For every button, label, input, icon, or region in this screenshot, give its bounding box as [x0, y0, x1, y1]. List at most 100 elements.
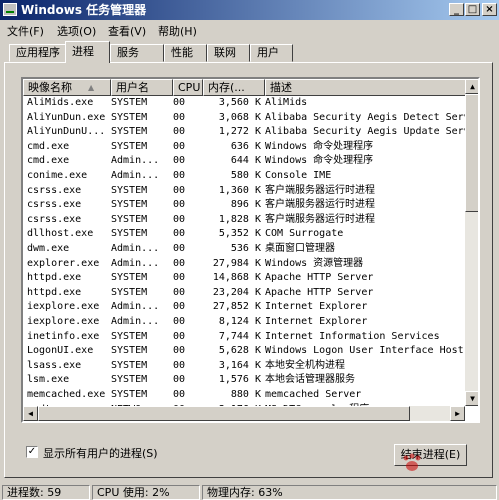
process-memory: 896 K [230, 199, 261, 211]
table-row[interactable]: lsm.exe SYSTEM 00 1,576 K 本地会话管理器服务 [23, 373, 466, 388]
process-user-name: SYSTEM [111, 228, 148, 240]
horizontal-scroll-thumb[interactable] [38, 406, 410, 421]
process-memory: 3,068 K [218, 111, 261, 123]
tab-users[interactable]: 用户 [250, 44, 293, 62]
process-cpu: 00 [173, 374, 186, 386]
process-description: 客户端服务器运行时进程 [265, 199, 375, 211]
table-row[interactable]: AliMids.exe SYSTEM 00 3,560 K AliMids [23, 96, 466, 111]
process-image-name: csrss.exe [27, 184, 82, 196]
tab-processes[interactable]: 进程 [65, 41, 110, 63]
process-image-name: AliYunDun.exe [27, 111, 106, 123]
process-memory: 3,560 K [218, 97, 261, 108]
checkbox-check-icon[interactable]: ✓ [26, 446, 38, 458]
table-row[interactable]: httpd.exe SYSTEM 00 14,868 K Apache HTTP Ser… [23, 271, 466, 286]
tab-networking[interactable]: 联网 [207, 44, 250, 62]
process-cpu: 00 [173, 257, 186, 269]
process-cpu: 00 [173, 140, 186, 152]
table-row[interactable]: dwm.exe Admin... 00 536 K 桌面窗口管理器 [23, 242, 466, 257]
tab-services[interactable]: 服务 [110, 44, 164, 62]
process-image-name: dllhost.exe [27, 228, 94, 240]
window-title: Windows 任务管理器 [21, 3, 147, 17]
column-image-name[interactable]: 映像名称 ▲ [23, 79, 111, 96]
table-row[interactable]: iexplore.exe Admin... 00 27,852 K Internet E… [23, 300, 466, 315]
process-description: memcached Server [265, 389, 362, 400]
title-bar[interactable]: Windows 任务管理器 _ □ × [0, 0, 499, 20]
process-user-name: SYSTEM [111, 184, 148, 196]
process-memory: 1,360 K [218, 184, 261, 196]
process-image-name: httpd.exe [27, 286, 82, 298]
maximize-button[interactable]: □ [465, 3, 480, 16]
process-image-name: LogonUI.exe [27, 345, 94, 357]
process-image-name: httpd.exe [27, 272, 82, 284]
process-image-name: AliMids.exe [27, 97, 94, 108]
menu-file[interactable]: 文件(F) [7, 23, 44, 39]
table-row[interactable]: dllhost.exe SYSTEM 00 5,352 K COM Surrogate [23, 227, 466, 242]
status-cpu-usage: CPU 使用: 2% [92, 485, 200, 500]
minimize-button[interactable]: _ [449, 3, 464, 16]
table-row[interactable]: inetinfo.exe SYSTEM 00 7,744 K Internet Info… [23, 330, 466, 345]
process-cpu: 00 [173, 213, 186, 225]
process-memory: 880 K [230, 389, 261, 400]
scroll-left-icon[interactable]: ◀ [23, 406, 38, 421]
process-user-name: Admin... [111, 170, 160, 181]
process-cpu: 00 [173, 126, 186, 138]
process-memory: 5,352 K [218, 228, 261, 240]
process-description: COM Surrogate [265, 228, 344, 240]
process-memory: 3,164 K [218, 359, 261, 371]
tab-applications[interactable]: 应用程序 [9, 44, 66, 62]
table-row[interactable]: lsass.exe SYSTEM 00 3,164 K 本地安全机构进程 [23, 359, 466, 374]
tab-performance[interactable]: 性能 [164, 44, 207, 62]
process-list[interactable]: 映像名称 ▲ 用户名 CPU 内存(... 描述 AliMids.exe SYST… [21, 77, 480, 423]
column-description[interactable]: 描述 [265, 79, 466, 96]
table-row[interactable]: csrss.exe SYSTEM 00 1,828 K 客户端服务器运行时进程 [23, 213, 466, 228]
process-cpu: 00 [173, 389, 186, 400]
process-cpu: 00 [173, 345, 186, 357]
scroll-down-icon[interactable]: ▼ [465, 391, 478, 406]
process-memory: 5,628 K [218, 345, 261, 357]
table-row[interactable]: AliYunDun.exe SYSTEM 00 3,068 K Alibaba Secu… [23, 111, 466, 126]
table-row[interactable]: memcached.exe SYSTEM 00 880 K memcached Serv… [23, 388, 466, 403]
table-row[interactable]: httpd.exe SYSTEM 00 23,204 K Apache HTTP Ser… [23, 286, 466, 301]
process-memory: 27,984 K [212, 257, 261, 269]
close-button[interactable]: × [482, 3, 497, 16]
process-image-name: AliYunDunU... [27, 126, 106, 138]
process-memory: 27,852 K [212, 301, 261, 313]
process-description: 本地会话管理器服务 [265, 374, 355, 386]
table-row[interactable]: cmd.exe Admin... 00 644 K Windows 命令处理程序 [23, 154, 466, 169]
scroll-right-icon[interactable]: ▶ [450, 406, 465, 421]
process-image-name: lsm.exe [27, 374, 70, 386]
table-row[interactable]: AliYunDunU... SYSTEM 00 1,272 K Alibaba Secu… [23, 125, 466, 140]
table-row[interactable]: conime.exe Admin... 00 580 K Console IME [23, 169, 466, 184]
table-row[interactable]: iexplore.exe Admin... 00 8,124 K Internet Ex… [23, 315, 466, 330]
process-image-name: csrss.exe [27, 213, 82, 225]
process-user-name: SYSTEM [111, 389, 148, 400]
column-memory[interactable]: 内存(... [203, 79, 265, 96]
process-image-name: explorer.exe [27, 257, 100, 269]
vertical-scrollbar[interactable]: ▲ ▼ [465, 79, 478, 406]
column-cpu[interactable]: CPU [173, 79, 203, 96]
process-description: 客户端服务器运行时进程 [265, 213, 375, 225]
process-cpu: 00 [173, 228, 186, 240]
table-row[interactable]: explorer.exe Admin... 00 27,984 K Windows 资源… [23, 257, 466, 272]
process-description: Apache HTTP Server [265, 286, 374, 298]
horizontal-scrollbar[interactable]: ◀ ▶ [23, 406, 465, 421]
table-row[interactable]: LogonUI.exe SYSTEM 00 5,628 K Windows Logon … [23, 344, 466, 359]
menu-view[interactable]: 查看(V) [108, 23, 146, 39]
process-user-name: SYSTEM [111, 213, 148, 225]
table-row[interactable]: csrss.exe SYSTEM 00 896 K 客户端服务器运行时进程 [23, 198, 466, 213]
menu-help[interactable]: 帮助(H) [158, 23, 197, 39]
process-cpu: 00 [173, 97, 186, 108]
menu-options[interactable]: 选项(O) [57, 23, 96, 39]
process-image-name: csrss.exe [27, 199, 82, 211]
process-user-name: SYSTEM [111, 199, 148, 211]
table-row[interactable]: cmd.exe SYSTEM 00 636 K Windows 命令处理程序 [23, 140, 466, 155]
column-user-name[interactable]: 用户名 [111, 79, 173, 96]
process-description: Windows 命令处理程序 [265, 155, 374, 167]
vertical-scroll-thumb[interactable] [465, 94, 478, 212]
process-cpu: 00 [173, 184, 186, 196]
table-row[interactable]: csrss.exe SYSTEM 00 1,360 K 客户端服务器运行时进程 [23, 184, 466, 199]
menu-bar: 文件(F) 选项(O) 查看(V) 帮助(H) [0, 20, 499, 39]
scroll-up-icon[interactable]: ▲ [465, 79, 478, 94]
process-description: Apache HTTP Server [265, 272, 374, 284]
process-user-name: SYSTEM [111, 330, 148, 342]
